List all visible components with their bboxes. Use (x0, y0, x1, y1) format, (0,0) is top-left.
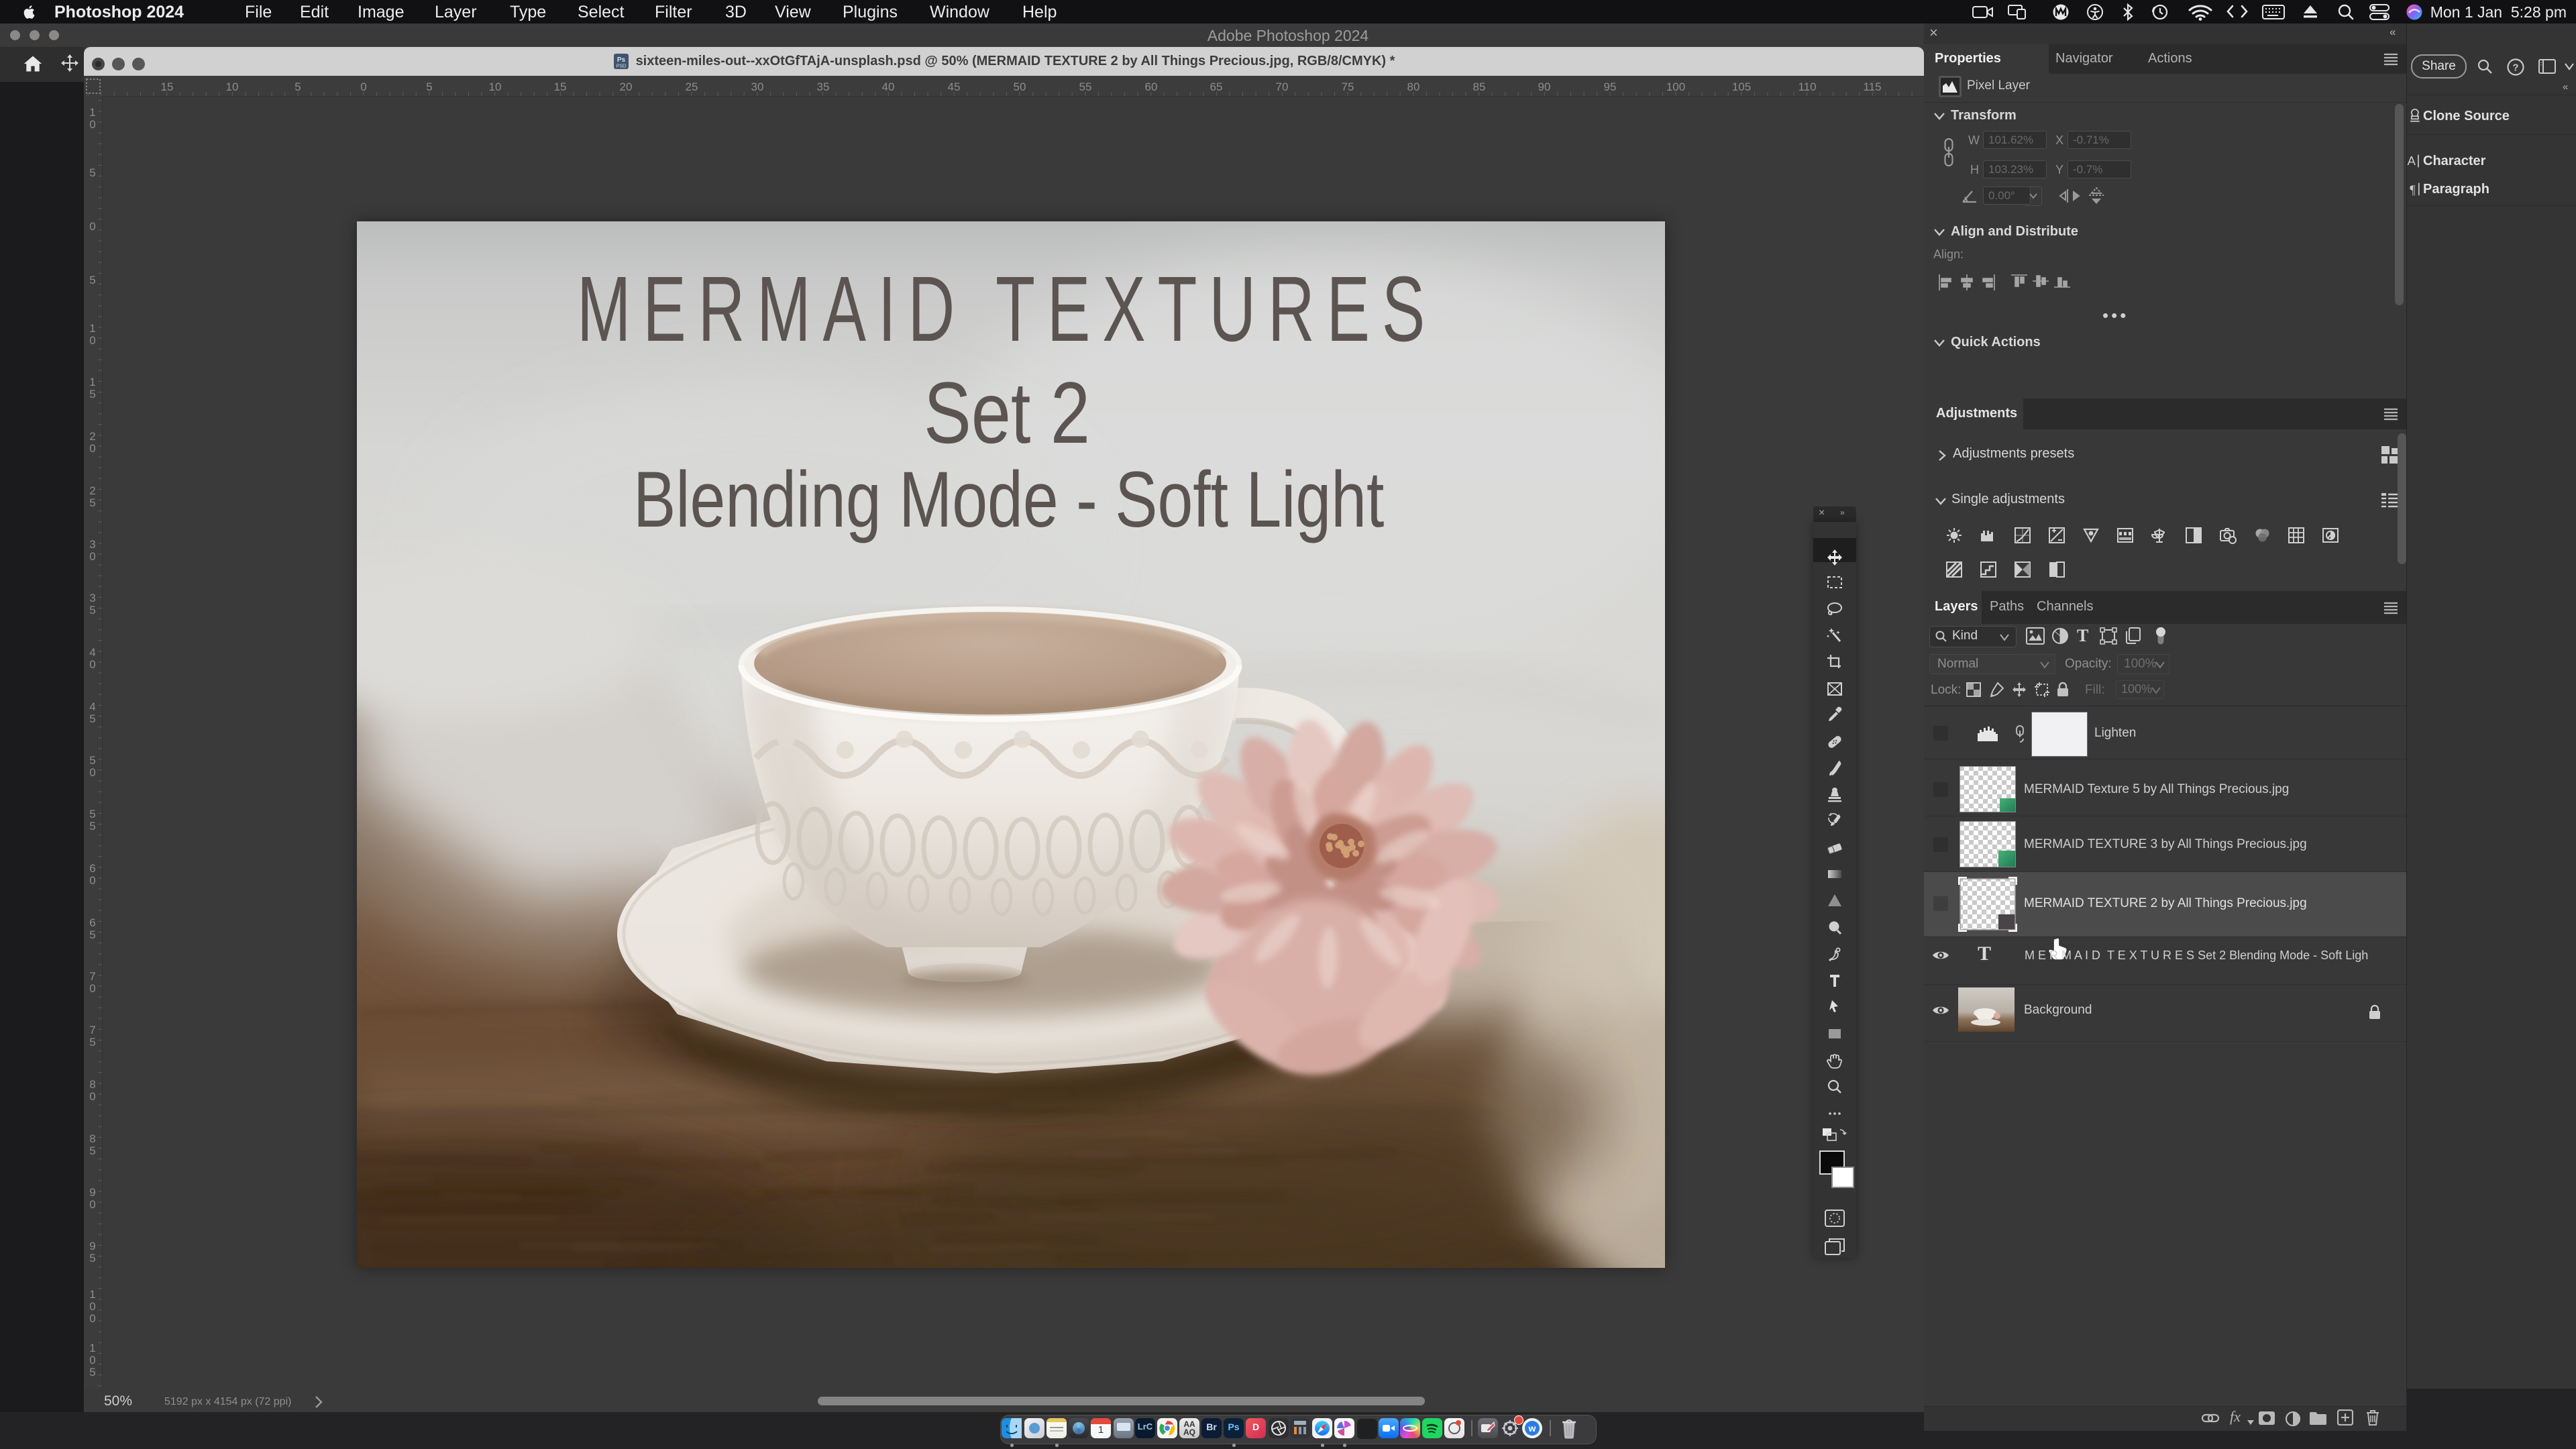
svg-text:95: 95 (1604, 80, 1617, 93)
svg-text:6: 6 (89, 862, 95, 875)
svg-text:0: 0 (360, 80, 366, 93)
svg-text:85: 85 (1473, 80, 1486, 93)
svg-text:25: 25 (686, 80, 698, 93)
svg-text:30: 30 (751, 80, 764, 93)
svg-text:5: 5 (89, 808, 95, 820)
svg-text:0: 0 (89, 1300, 95, 1313)
svg-text:5: 5 (426, 80, 432, 93)
svg-text:8: 8 (89, 1078, 95, 1091)
svg-text:0: 0 (89, 766, 95, 779)
svg-text:¶: ¶ (2410, 183, 2416, 197)
svg-text:10: 10 (489, 80, 502, 93)
svg-text:5: 5 (89, 1036, 95, 1049)
svg-text:5: 5 (89, 712, 95, 725)
svg-text:50: 50 (1014, 80, 1026, 93)
svg-text:5: 5 (89, 166, 95, 179)
svg-text:1: 1 (89, 1342, 95, 1354)
svg-text:0: 0 (89, 658, 95, 671)
svg-text:65: 65 (1210, 80, 1223, 93)
svg-text:Blending Mode - Soft Light: Blending Mode - Soft Light (633, 455, 1384, 543)
svg-text:5: 5 (89, 496, 95, 509)
svg-text:3: 3 (89, 592, 95, 604)
svg-text:7: 7 (89, 1024, 95, 1036)
svg-text:15: 15 (161, 80, 174, 93)
svg-text:0: 0 (89, 118, 95, 131)
svg-text:?: ? (2512, 62, 2518, 74)
svg-text:MERMAID TEXTURES: MERMAID TEXTURES (577, 258, 1437, 361)
svg-text:35: 35 (817, 80, 830, 93)
svg-text:0: 0 (89, 1090, 95, 1103)
svg-text:5: 5 (89, 820, 95, 833)
svg-text:Set 2: Set 2 (924, 365, 1090, 462)
svg-text:75: 75 (1342, 80, 1354, 93)
svg-text:40: 40 (882, 80, 895, 93)
svg-text:5: 5 (89, 1366, 95, 1379)
svg-text:5: 5 (89, 928, 95, 941)
svg-text:1: 1 (89, 322, 95, 335)
svg-text:10: 10 (226, 80, 239, 93)
svg-text:45: 45 (948, 80, 961, 93)
svg-text:5: 5 (294, 80, 301, 93)
svg-text:2: 2 (89, 430, 95, 443)
svg-text:5: 5 (89, 604, 95, 616)
svg-text:9: 9 (89, 1186, 95, 1199)
svg-text:115: 115 (1863, 80, 1881, 93)
svg-text:0: 0 (89, 1312, 95, 1325)
svg-text:15: 15 (554, 80, 567, 93)
svg-text:55: 55 (1079, 80, 1092, 93)
svg-text:0: 0 (89, 1354, 95, 1366)
svg-text:4: 4 (89, 646, 95, 659)
svg-text:60: 60 (1145, 80, 1158, 93)
svg-text:1: 1 (89, 376, 95, 388)
svg-text:4: 4 (89, 700, 95, 713)
svg-text:3: 3 (89, 538, 95, 551)
svg-text:0: 0 (89, 1198, 95, 1211)
svg-text:5: 5 (89, 754, 95, 767)
svg-text:110: 110 (1798, 80, 1816, 93)
svg-text:1: 1 (89, 106, 95, 119)
svg-text:5: 5 (89, 1144, 95, 1157)
svg-text:8: 8 (89, 1132, 95, 1145)
svg-text:5: 5 (89, 1252, 95, 1265)
svg-text:0: 0 (89, 442, 95, 455)
svg-text:0: 0 (89, 982, 95, 995)
svg-text:100: 100 (1666, 80, 1685, 93)
svg-text:0: 0 (89, 334, 95, 347)
svg-text:6: 6 (89, 916, 95, 929)
svg-text:A: A (2408, 154, 2416, 168)
svg-text:7: 7 (89, 970, 95, 983)
svg-text:9: 9 (89, 1240, 95, 1252)
svg-text:0: 0 (89, 220, 95, 233)
svg-text:70: 70 (1276, 80, 1289, 93)
svg-text:105: 105 (1732, 80, 1751, 93)
svg-text:1: 1 (89, 1288, 95, 1301)
svg-text:80: 80 (1407, 80, 1420, 93)
svg-text:2: 2 (89, 484, 95, 497)
svg-text:Ps: Ps (616, 56, 625, 64)
svg-text:5: 5 (89, 388, 95, 400)
svg-text:PSD: PSD (616, 64, 625, 69)
svg-text:5: 5 (89, 274, 95, 286)
svg-text:90: 90 (1538, 80, 1551, 93)
svg-text:0: 0 (89, 550, 95, 563)
svg-text:0: 0 (89, 874, 95, 887)
svg-text:20: 20 (620, 80, 633, 93)
